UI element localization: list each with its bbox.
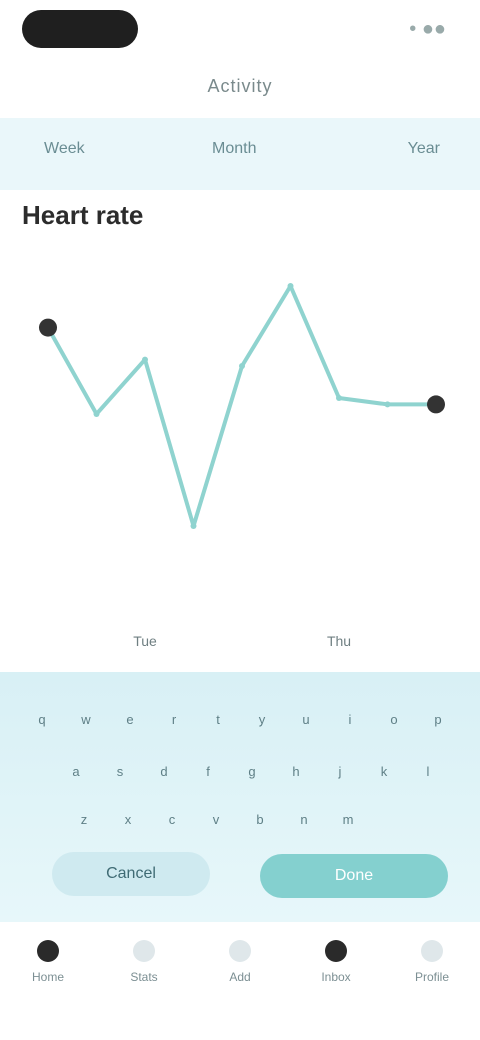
data-point[interactable] [384,401,391,408]
key-x[interactable]: x [114,812,142,834]
key-k[interactable]: k [370,764,398,786]
nav-label-home: Home [31,970,64,984]
data-point[interactable] [287,283,294,289]
key-o[interactable]: o [380,712,408,734]
nav-label-add: Add [229,970,251,984]
x-tick-label: Thu [327,633,351,649]
nav-item-home[interactable]: Home [0,940,96,984]
filter-month[interactable]: Month [212,140,256,158]
chart-area: Tue Thu [0,250,480,670]
data-point[interactable] [142,356,148,363]
key-j[interactable]: j [326,764,354,786]
status-indicators: • ●● [409,18,446,40]
key-i[interactable]: i [336,712,364,734]
series-line [46,284,436,528]
nav-label-inbox: Inbox [321,970,351,984]
key-q[interactable]: q [28,712,56,734]
home-icon [37,940,59,962]
key-p[interactable]: p [424,712,452,734]
filter-week[interactable]: Week [44,140,85,158]
page-title: Activity [207,76,273,96]
x-tick-label: Tue [133,633,157,649]
nav-label-stats: Stats [130,970,158,984]
stats-icon [133,940,155,962]
add-icon [229,940,251,962]
inbox-icon [325,940,347,962]
status-bar: • ●● [0,0,480,64]
key-y[interactable]: y [248,712,276,734]
key-n[interactable]: n [290,812,318,834]
key-m[interactable]: m [334,812,362,834]
line-chart: Tue Thu [39,283,445,649]
key-b[interactable]: b [246,812,274,834]
cancel-button[interactable]: Cancel [52,852,210,896]
keyboard: qwertyuiop asdfghjkl zxcvbnm Cancel Done [0,672,480,922]
profile-icon [421,940,443,962]
key-c[interactable]: c [158,812,186,834]
nav-label-profile: Profile [414,970,449,984]
key-v[interactable]: v [202,812,230,834]
data-point[interactable] [39,318,57,337]
dynamic-island [22,10,138,48]
bottom-nav: Home Stats Add Inbox Profile [0,922,480,1040]
key-g[interactable]: g [238,764,266,786]
key-l[interactable]: l [414,764,442,786]
top-nav: Activity [0,64,480,114]
key-u[interactable]: u [292,712,320,734]
key-w[interactable]: w [72,712,100,734]
nav-item-profile[interactable]: Profile [384,940,480,984]
done-button[interactable]: Done [260,854,448,898]
data-point[interactable] [190,523,197,529]
data-point[interactable] [93,411,100,417]
key-h[interactable]: h [282,764,310,786]
data-point[interactable] [336,395,342,401]
key-f[interactable]: f [194,764,222,786]
nav-item-inbox[interactable]: Inbox [288,940,384,984]
filter-bar: Week Month Year [0,118,480,190]
data-point[interactable] [427,395,445,414]
nav-item-stats[interactable]: Stats [96,940,192,984]
data-point[interactable] [239,363,245,369]
section-title: Heart rate [22,200,144,230]
key-t[interactable]: t [204,712,232,734]
nav-item-add[interactable]: Add [192,940,288,984]
key-d[interactable]: d [150,764,178,786]
key-r[interactable]: r [160,712,188,734]
key-s[interactable]: s [106,764,134,786]
key-e[interactable]: e [116,712,144,734]
key-z[interactable]: z [70,812,98,834]
key-a[interactable]: a [62,764,90,786]
filter-year[interactable]: Year [408,140,440,158]
